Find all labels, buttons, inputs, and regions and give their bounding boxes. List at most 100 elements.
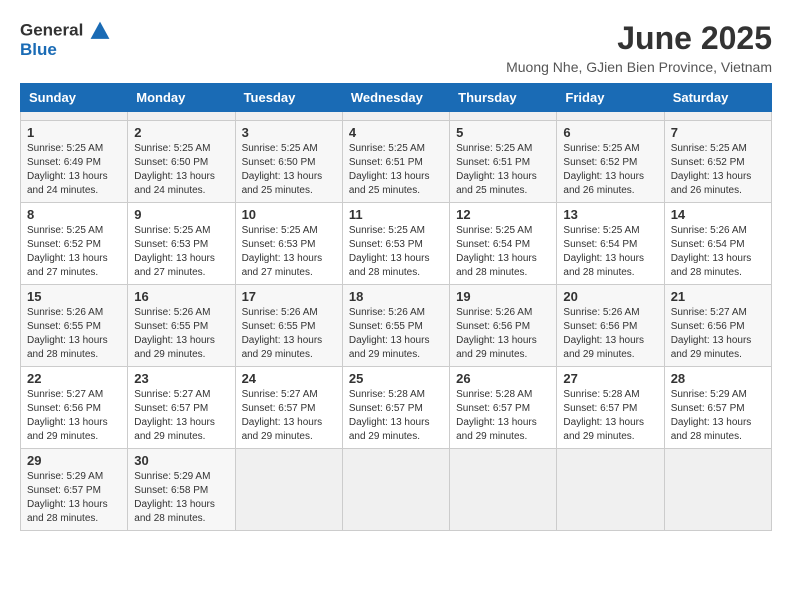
weekday-header-monday: Monday (128, 84, 235, 112)
calendar-cell (128, 112, 235, 121)
calendar-cell (342, 449, 449, 531)
calendar-cell (235, 449, 342, 531)
day-detail: Sunrise: 5:25 AMSunset: 6:50 PMDaylight:… (134, 142, 228, 198)
calendar-cell: 17 Sunrise: 5:26 AMSunset: 6:55 PMDayligh… (235, 285, 342, 367)
day-detail: Sunrise: 5:28 AMSunset: 6:57 PMDaylight:… (456, 388, 550, 444)
day-detail: Sunrise: 5:27 AMSunset: 6:57 PMDaylight:… (134, 388, 228, 444)
calendar-cell: 28 Sunrise: 5:29 AMSunset: 6:57 PMDayligh… (664, 367, 771, 449)
day-number: 8 (27, 207, 121, 222)
day-detail: Sunrise: 5:25 AMSunset: 6:54 PMDaylight:… (456, 224, 550, 280)
calendar-week-3: 15 Sunrise: 5:26 AMSunset: 6:55 PMDayligh… (21, 285, 772, 367)
day-number: 20 (563, 289, 657, 304)
calendar-cell: 12Sunrise: 5:25 AMSunset: 6:54 PMDayligh… (450, 203, 557, 285)
calendar-cell: 5Sunrise: 5:25 AMSunset: 6:51 PMDaylight… (450, 121, 557, 203)
weekday-header-tuesday: Tuesday (235, 84, 342, 112)
day-number: 10 (242, 207, 336, 222)
day-number: 16 (134, 289, 228, 304)
calendar-cell: 22 Sunrise: 5:27 AMSunset: 6:56 PMDayligh… (21, 367, 128, 449)
day-detail: Sunrise: 5:25 AMSunset: 6:50 PMDaylight:… (242, 142, 336, 198)
weekday-header-wednesday: Wednesday (342, 84, 449, 112)
calendar-table: SundayMondayTuesdayWednesdayThursdayFrid… (20, 83, 772, 531)
weekday-header-friday: Friday (557, 84, 664, 112)
title-block: June 2025 Muong Nhe, GJien Bien Province… (506, 20, 772, 75)
calendar-cell: 24 Sunrise: 5:27 AMSunset: 6:57 PMDayligh… (235, 367, 342, 449)
calendar-cell: 9 Sunrise: 5:25 AMSunset: 6:53 PMDaylight… (128, 203, 235, 285)
calendar-cell (664, 112, 771, 121)
calendar-cell: 13 Sunrise: 5:25 AMSunset: 6:54 PMDayligh… (557, 203, 664, 285)
day-number: 9 (134, 207, 228, 222)
calendar-cell: 7 Sunrise: 5:25 AMSunset: 6:52 PMDaylight… (664, 121, 771, 203)
day-detail: Sunrise: 5:26 AMSunset: 6:56 PMDaylight:… (456, 306, 550, 362)
day-number: 2 (134, 125, 228, 140)
day-detail: Sunrise: 5:25 AMSunset: 6:53 PMDaylight:… (242, 224, 336, 280)
day-number: 27 (563, 371, 657, 386)
day-detail: Sunrise: 5:29 AMSunset: 6:57 PMDaylight:… (671, 388, 765, 444)
day-number: 21 (671, 289, 765, 304)
calendar-cell: 27 Sunrise: 5:28 AMSunset: 6:57 PMDayligh… (557, 367, 664, 449)
day-detail: Sunrise: 5:26 AMSunset: 6:55 PMDaylight:… (242, 306, 336, 362)
day-detail: Sunrise: 5:25 AMSunset: 6:54 PMDaylight:… (563, 224, 657, 280)
day-number: 30 (134, 453, 228, 468)
day-detail: Sunrise: 5:27 AMSunset: 6:57 PMDaylight:… (242, 388, 336, 444)
day-detail: Sunrise: 5:27 AMSunset: 6:56 PMDaylight:… (671, 306, 765, 362)
day-number: 24 (242, 371, 336, 386)
day-number: 7 (671, 125, 765, 140)
calendar-cell (664, 449, 771, 531)
weekday-header-sunday: Sunday (21, 84, 128, 112)
day-number: 6 (563, 125, 657, 140)
day-number: 18 (349, 289, 443, 304)
calendar-week-4: 22 Sunrise: 5:27 AMSunset: 6:56 PMDayligh… (21, 367, 772, 449)
calendar-cell: 14 Sunrise: 5:26 AMSunset: 6:54 PMDayligh… (664, 203, 771, 285)
day-detail: Sunrise: 5:25 AMSunset: 6:52 PMDaylight:… (27, 224, 121, 280)
day-number: 25 (349, 371, 443, 386)
day-number: 5 (456, 125, 550, 140)
day-number: 15 (27, 289, 121, 304)
location-subtitle: Muong Nhe, GJien Bien Province, Vietnam (506, 59, 772, 75)
day-detail: Sunrise: 5:28 AMSunset: 6:57 PMDaylight:… (563, 388, 657, 444)
day-detail: Sunrise: 5:26 AMSunset: 6:54 PMDaylight:… (671, 224, 765, 280)
calendar-cell: 6 Sunrise: 5:25 AMSunset: 6:52 PMDaylight… (557, 121, 664, 203)
calendar-cell: 29Sunrise: 5:29 AMSunset: 6:57 PMDayligh… (21, 449, 128, 531)
calendar-cell: 2 Sunrise: 5:25 AMSunset: 6:50 PMDaylight… (128, 121, 235, 203)
day-number: 11 (349, 207, 443, 222)
day-number: 23 (134, 371, 228, 386)
day-number: 19 (456, 289, 550, 304)
calendar-cell: 8 Sunrise: 5:25 AMSunset: 6:52 PMDaylight… (21, 203, 128, 285)
logo: General Blue (20, 20, 111, 60)
calendar-cell: 3 Sunrise: 5:25 AMSunset: 6:50 PMDaylight… (235, 121, 342, 203)
calendar-cell: 21 Sunrise: 5:27 AMSunset: 6:56 PMDayligh… (664, 285, 771, 367)
calendar-cell: 4Sunrise: 5:25 AMSunset: 6:51 PMDaylight… (342, 121, 449, 203)
day-number: 22 (27, 371, 121, 386)
calendar-cell (450, 449, 557, 531)
day-detail: Sunrise: 5:26 AMSunset: 6:55 PMDaylight:… (134, 306, 228, 362)
calendar-week-2: 8 Sunrise: 5:25 AMSunset: 6:52 PMDaylight… (21, 203, 772, 285)
calendar-cell: 1 Sunrise: 5:25 AMSunset: 6:49 PMDaylight… (21, 121, 128, 203)
day-detail: Sunrise: 5:25 AMSunset: 6:49 PMDaylight:… (27, 142, 121, 198)
day-number: 1 (27, 125, 121, 140)
day-number: 28 (671, 371, 765, 386)
day-detail: Sunrise: 5:25 AMSunset: 6:52 PMDaylight:… (563, 142, 657, 198)
logo-blue: Blue (20, 40, 57, 59)
day-number: 3 (242, 125, 336, 140)
day-detail: Sunrise: 5:27 AMSunset: 6:56 PMDaylight:… (27, 388, 121, 444)
calendar-cell (450, 112, 557, 121)
calendar-week-0 (21, 112, 772, 121)
day-detail: Sunrise: 5:25 AMSunset: 6:53 PMDaylight:… (134, 224, 228, 280)
day-number: 14 (671, 207, 765, 222)
calendar-week-1: 1 Sunrise: 5:25 AMSunset: 6:49 PMDaylight… (21, 121, 772, 203)
day-detail: Sunrise: 5:26 AMSunset: 6:55 PMDaylight:… (27, 306, 121, 362)
weekday-header-saturday: Saturday (664, 84, 771, 112)
page-header: General Blue June 2025 Muong Nhe, GJien … (20, 20, 772, 75)
calendar-cell: 10 Sunrise: 5:25 AMSunset: 6:53 PMDayligh… (235, 203, 342, 285)
day-number: 17 (242, 289, 336, 304)
day-detail: Sunrise: 5:26 AMSunset: 6:56 PMDaylight:… (563, 306, 657, 362)
day-detail: Sunrise: 5:29 AMSunset: 6:57 PMDaylight:… (27, 470, 121, 526)
weekday-header-thursday: Thursday (450, 84, 557, 112)
calendar-cell (21, 112, 128, 121)
day-number: 13 (563, 207, 657, 222)
day-detail: Sunrise: 5:25 AMSunset: 6:53 PMDaylight:… (349, 224, 443, 280)
calendar-cell: 20 Sunrise: 5:26 AMSunset: 6:56 PMDayligh… (557, 285, 664, 367)
calendar-week-5: 29Sunrise: 5:29 AMSunset: 6:57 PMDayligh… (21, 449, 772, 531)
day-detail: Sunrise: 5:25 AMSunset: 6:52 PMDaylight:… (671, 142, 765, 198)
calendar-cell: 30Sunrise: 5:29 AMSunset: 6:58 PMDayligh… (128, 449, 235, 531)
